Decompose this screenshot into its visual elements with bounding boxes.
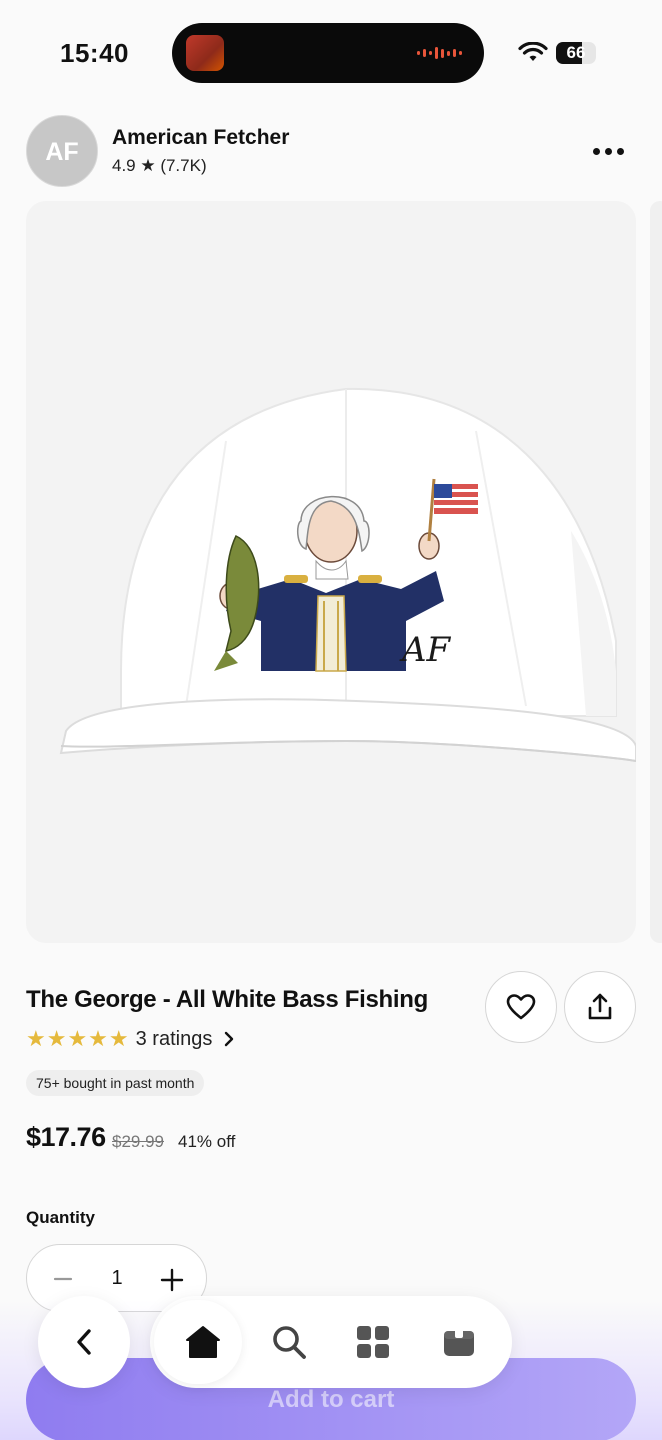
- sale-price: $17.76: [26, 1122, 106, 1152]
- star-rating: ★★★★★: [26, 1026, 130, 1051]
- chevron-left-icon: [77, 1329, 91, 1355]
- battery-percent: 66: [566, 43, 586, 62]
- more-options-button[interactable]: [584, 136, 632, 166]
- wifi-icon: [518, 42, 548, 61]
- shop-rating: 4.9 ★ (7.7K): [112, 156, 207, 175]
- bought-badge: 75+ bought in past month: [26, 1070, 205, 1096]
- favorite-button[interactable]: [485, 971, 557, 1043]
- nav-search[interactable]: [244, 1296, 334, 1388]
- back-button[interactable]: [38, 1296, 130, 1388]
- chevron-right-icon: [225, 1031, 234, 1047]
- nav-categories[interactable]: [328, 1296, 418, 1388]
- quantity-value: 1: [111, 1267, 123, 1289]
- next-image-preview[interactable]: [650, 201, 662, 943]
- quantity-label: Quantity: [26, 1208, 95, 1227]
- patch-af-logo: AF: [399, 630, 452, 670]
- status-bar: 15:40 66: [0, 0, 662, 100]
- product-title: The George - All White Bass Fishing: [26, 986, 428, 1013]
- product-image[interactable]: AF: [26, 201, 636, 943]
- share-button[interactable]: [564, 971, 636, 1043]
- search-icon: [273, 1326, 306, 1359]
- shop-avatar[interactable]: AF: [26, 115, 98, 187]
- package-icon: [444, 1328, 474, 1356]
- discount-label: 41% off: [178, 1132, 236, 1151]
- battery-indicator: 66: [556, 42, 596, 64]
- nav-orders[interactable]: [414, 1296, 504, 1388]
- ratings-link[interactable]: ★★★★★ 3 ratings: [26, 1026, 236, 1052]
- now-playing-artwork: [186, 35, 224, 71]
- original-price: $29.99: [112, 1132, 164, 1151]
- minus-icon[interactable]: [51, 1267, 75, 1291]
- hat-illustration: AF: [59, 387, 636, 763]
- audio-waveform-icon: [417, 47, 462, 59]
- status-time: 15:40: [60, 38, 129, 68]
- home-icon: [186, 1326, 220, 1358]
- shop-name[interactable]: American Fetcher: [112, 126, 289, 150]
- bottom-nav: [150, 1296, 512, 1388]
- dynamic-island[interactable]: [172, 23, 484, 83]
- ratings-count: 3 ratings: [135, 1027, 213, 1050]
- grid-icon: [357, 1326, 389, 1358]
- more-horizontal-icon: [592, 147, 600, 155]
- heart-icon: [506, 994, 536, 1020]
- nav-home[interactable]: [158, 1296, 248, 1388]
- share-icon: [588, 993, 612, 1020]
- plus-icon[interactable]: [159, 1267, 185, 1293]
